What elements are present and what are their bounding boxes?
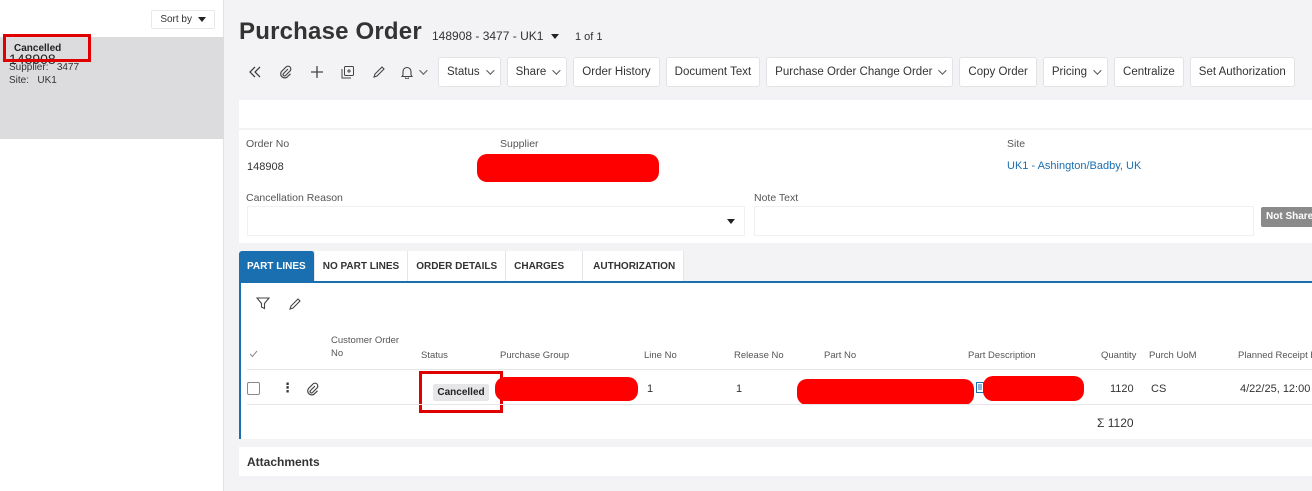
- redaction-mark: [477, 154, 659, 182]
- order-selector[interactable]: 148908 - 3477 - UK1: [432, 29, 560, 43]
- pencil-icon[interactable]: [363, 58, 394, 86]
- col-part-description[interactable]: Part Description: [968, 349, 1036, 362]
- redaction-mark: [983, 376, 1084, 401]
- row-divider: [247, 369, 1312, 370]
- record-meta: Supplier: 3477 Site: UK1: [9, 61, 79, 87]
- supplier-label: Supplier: [500, 138, 539, 150]
- part-lines-grid: Customer Order No Status Purchase Group …: [239, 281, 1312, 439]
- site-value: UK1: [37, 75, 57, 86]
- col-status[interactable]: Status: [421, 349, 448, 362]
- copy-order-button[interactable]: Copy Order: [959, 57, 1037, 87]
- tab-no-part-lines[interactable]: NO PART LINES: [314, 251, 409, 281]
- site-label: Site: [1007, 138, 1026, 150]
- quantity-sum: Σ 1120: [1097, 416, 1134, 430]
- toolbar: Status Share Order History Document Text…: [239, 57, 1301, 87]
- attachment-icon[interactable]: [306, 382, 319, 399]
- page-title: Purchase Order: [239, 18, 422, 45]
- plus-icon[interactable]: [301, 58, 332, 86]
- order-header-form: Order No 148908 Supplier Site UK1 - Ashi…: [239, 130, 1312, 243]
- col-line-no[interactable]: Line No: [644, 349, 677, 362]
- pricing-label: Pricing: [1051, 66, 1088, 78]
- row-purch-uom-link[interactable]: CS: [1151, 383, 1166, 395]
- col-release-no[interactable]: Release No: [734, 349, 784, 362]
- status-button[interactable]: Status: [438, 57, 501, 87]
- main-area: Purchase Order 148908 - 3477 - UK1 1 of …: [225, 0, 1312, 491]
- col-customer-order-no[interactable]: Customer Order No: [331, 334, 406, 360]
- site-link[interactable]: UK1 - Ashington/Badby, UK: [1007, 160, 1141, 172]
- page-count: 1 of 1: [575, 31, 603, 43]
- row-divider: [247, 404, 1312, 405]
- more-options-icon[interactable]: ⋮: [281, 380, 294, 396]
- document-text-button[interactable]: Document Text: [665, 57, 761, 87]
- order-no-value: 148908: [247, 161, 284, 173]
- centralize-label: Centralize: [1123, 66, 1175, 78]
- cancellation-reason-select[interactable]: [247, 206, 745, 236]
- set-authorization-label: Set Authorization: [1198, 66, 1286, 78]
- redaction-mark: [495, 377, 638, 401]
- document-text-label: Document Text: [674, 66, 752, 78]
- row-planned-receipt: 4/22/25, 12:00: [1240, 383, 1311, 395]
- col-planned-receipt[interactable]: Planned Receipt D: [1238, 349, 1312, 362]
- row-status-badge: Cancelled: [433, 383, 489, 401]
- supplier-label: Supplier:: [9, 62, 49, 73]
- row-release-no: 1: [736, 383, 743, 395]
- tab-charges[interactable]: CHARGES: [506, 251, 584, 281]
- supplier-value: 3477: [56, 62, 80, 73]
- order-history-button[interactable]: Order History: [573, 57, 660, 87]
- centralize-button[interactable]: Centralize: [1114, 57, 1184, 87]
- filter-icon[interactable]: [255, 297, 271, 313]
- pencil-icon[interactable]: [289, 297, 301, 313]
- not-shared-badge: Not Share: [1261, 207, 1312, 227]
- sort-by-label: Sort by: [160, 14, 192, 25]
- sort-by-button[interactable]: Sort by: [151, 10, 215, 29]
- col-quantity[interactable]: Quantity: [1101, 349, 1136, 362]
- highlight-box: Cancelled: [419, 371, 503, 413]
- redaction-mark: [797, 379, 974, 405]
- site-label: Site:: [9, 75, 30, 86]
- duplicate-icon[interactable]: [332, 58, 363, 86]
- tab-order-details[interactable]: ORDER DETAILS: [408, 251, 507, 281]
- note-text-label: Note Text: [754, 192, 799, 204]
- tab-authorization[interactable]: AUTHORIZATION: [583, 251, 685, 281]
- tab-indicator: [239, 283, 241, 439]
- pricing-button[interactable]: Pricing: [1042, 57, 1109, 87]
- caret-down-icon: [727, 219, 735, 224]
- chevron-down-icon: [419, 66, 428, 75]
- attachments-section[interactable]: Attachments: [239, 447, 1312, 476]
- col-purch-uom[interactable]: Purch UoM: [1149, 349, 1197, 362]
- chevron-down-icon: [1093, 66, 1102, 75]
- status-button-label: Status: [447, 66, 480, 78]
- share-button[interactable]: Share: [506, 57, 568, 87]
- set-authorization-button[interactable]: Set Authorization: [1189, 57, 1295, 87]
- cancellation-reason-label: Cancellation Reason: [246, 192, 343, 204]
- caret-down-icon: [551, 33, 560, 39]
- chevron-down-icon: [938, 66, 948, 75]
- col-purchase-group[interactable]: Purchase Group: [500, 349, 569, 362]
- tab-bar: PART LINES NO PART LINES ORDER DETAILS C…: [239, 251, 685, 281]
- copy-order-label: Copy Order: [968, 66, 1028, 78]
- note-text-input[interactable]: [754, 206, 1254, 236]
- order-selector-label: 148908 - 3477 - UK1: [432, 29, 544, 43]
- row-quantity: 1120: [1110, 383, 1134, 395]
- po-change-order-label: Purchase Order Change Order: [775, 66, 933, 78]
- col-part-no[interactable]: Part No: [824, 349, 856, 362]
- chevron-down-icon: [485, 66, 495, 75]
- paperclip-icon[interactable]: [270, 58, 301, 86]
- order-history-label: Order History: [582, 66, 651, 78]
- po-change-order-button[interactable]: Purchase Order Change Order: [766, 57, 954, 87]
- highlight-box: Cancelled: [3, 34, 91, 62]
- tab-part-lines[interactable]: PART LINES: [239, 251, 315, 281]
- row-line-no: 1: [647, 383, 654, 395]
- record-list-panel: Sort by 148908 Cancelled Supplier: 3477 …: [0, 0, 224, 491]
- header-strip: [239, 100, 1312, 128]
- collapse-left-icon[interactable]: [239, 58, 270, 86]
- row-checkbox[interactable]: [247, 382, 260, 395]
- chevron-down-icon: [552, 66, 561, 75]
- share-button-label: Share: [515, 66, 547, 78]
- bell-icon[interactable]: [394, 58, 432, 86]
- caret-down-icon: [198, 17, 206, 22]
- order-no-label: Order No: [246, 138, 290, 150]
- status-badge: Cancelled: [14, 42, 62, 54]
- select-all-check-icon[interactable]: [249, 349, 258, 362]
